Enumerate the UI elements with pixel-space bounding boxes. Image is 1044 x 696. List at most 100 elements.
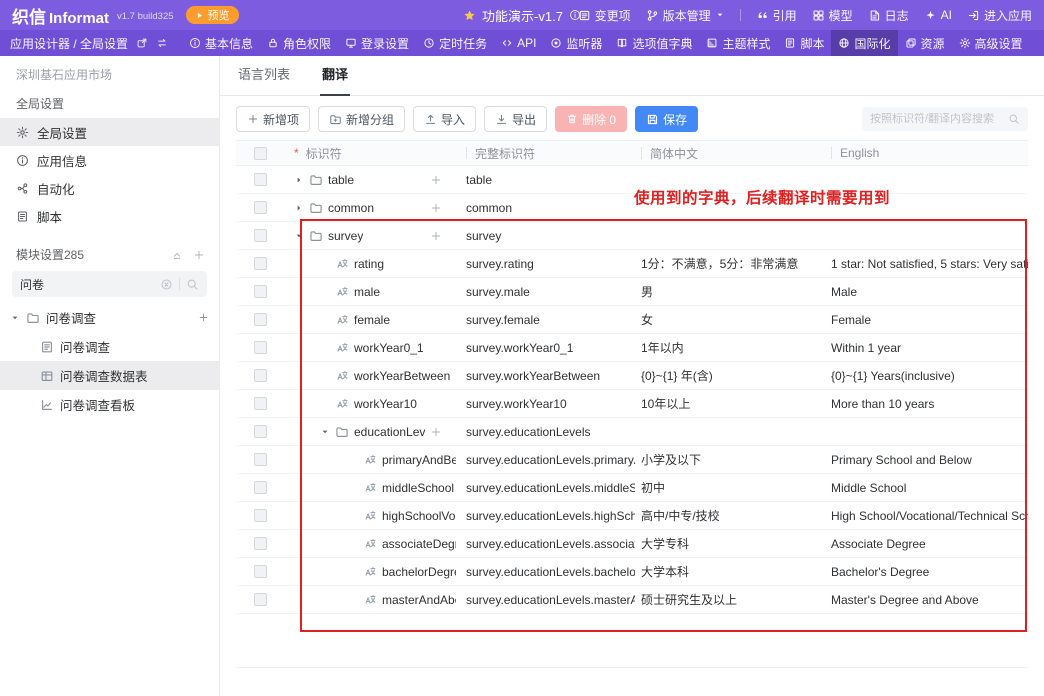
expand-toggle-icon[interactable] [320, 427, 330, 437]
en-translation-cell[interactable]: Within 1 year [825, 334, 1028, 361]
search-icon[interactable] [1008, 113, 1020, 125]
en-translation-cell[interactable]: 1 star: Not satisfied, 5 stars: Very sat… [825, 250, 1028, 277]
zh-translation-cell[interactable]: 高中/中专/技校 [635, 502, 825, 529]
expand-toggle-icon[interactable] [294, 231, 304, 241]
expand-toggle-icon[interactable] [294, 203, 304, 213]
import-button[interactable]: 导入 [413, 106, 476, 132]
menu-basic-info[interactable]: 基本信息 [182, 30, 260, 56]
tree-item-survey-app[interactable]: 问卷调查 [0, 303, 219, 332]
add-child-button[interactable] [430, 174, 442, 186]
add-item-button[interactable]: 新增项 [236, 106, 310, 132]
zh-translation-cell[interactable]: {0}~{1} 年(含) [635, 362, 825, 389]
menu-scheduled-tasks[interactable]: 定时任务 [416, 30, 494, 56]
changes-button[interactable]: 变更项 [578, 7, 631, 24]
row-checkbox[interactable] [254, 313, 267, 326]
menu-option-dict[interactable]: 选项值字典 [609, 30, 699, 56]
menu-advanced[interactable]: 高级设置 [952, 30, 1030, 56]
en-translation-cell[interactable]: More than 10 years [825, 390, 1028, 417]
sidebar-item-automation[interactable]: 自动化 [0, 174, 219, 202]
zh-translation-cell[interactable]: 硕士研究生及以上 [635, 586, 825, 613]
en-translation-cell[interactable]: Associate Degree [825, 530, 1028, 557]
enter-app-button[interactable]: 进入应用 [967, 7, 1032, 24]
zh-translation-cell[interactable]: 1分：不满意，5分：非常满意 [635, 250, 825, 277]
row-checkbox[interactable] [254, 537, 267, 550]
expand-toggle-icon[interactable] [294, 175, 304, 185]
en-translation-cell[interactable]: Female [825, 306, 1028, 333]
swap-icon[interactable] [156, 37, 168, 49]
tree-expand-toggle[interactable] [10, 313, 20, 323]
select-all-checkbox[interactable] [254, 147, 267, 160]
add-module-icon[interactable] [193, 249, 205, 261]
row-checkbox[interactable] [254, 593, 267, 606]
row-checkbox[interactable] [254, 369, 267, 382]
row-checkbox[interactable] [254, 229, 267, 242]
add-module-item-button[interactable] [198, 312, 209, 323]
row-checkbox[interactable] [254, 565, 267, 578]
zh-translation-cell[interactable]: 大学专科 [635, 530, 825, 557]
en-translation-cell[interactable] [825, 418, 1028, 445]
zh-translation-cell[interactable]: 男 [635, 278, 825, 305]
zh-translation-cell[interactable]: 1年以内 [635, 334, 825, 361]
tree-item-survey-data-table[interactable]: 问卷调查数据表 [0, 361, 219, 390]
menu-i18n[interactable]: 国际化 [831, 30, 897, 56]
row-checkbox[interactable] [254, 509, 267, 522]
zh-translation-cell[interactable]: 10年以上 [635, 390, 825, 417]
delete-button[interactable]: 删除 0 [555, 106, 627, 132]
zh-translation-cell[interactable]: 小学及以下 [635, 446, 825, 473]
menu-login-settings[interactable]: 登录设置 [338, 30, 416, 56]
menu-role-permission[interactable]: 角色权限 [260, 30, 338, 56]
sidebar-item-script[interactable]: 脚本 [0, 202, 219, 230]
row-checkbox[interactable] [254, 481, 267, 494]
version-manage-button[interactable]: 版本管理 [646, 7, 725, 24]
menu-resources[interactable]: 资源 [898, 30, 952, 56]
zh-translation-cell[interactable] [635, 418, 825, 445]
collapse-all-icon[interactable] [171, 249, 183, 261]
menu-api[interactable]: API [494, 30, 543, 56]
row-checkbox[interactable] [254, 453, 267, 466]
tab-language-list[interactable]: 语言列表 [236, 64, 292, 96]
add-group-button[interactable]: 新增分组 [318, 106, 405, 132]
en-translation-cell[interactable]: Primary School and Below [825, 446, 1028, 473]
zh-translation-cell[interactable]: 初中 [635, 474, 825, 501]
tree-item-survey-dashboard[interactable]: 问卷调查看板 [0, 390, 219, 419]
pop-out-icon[interactable] [136, 37, 148, 49]
ai-button[interactable]: AI [924, 8, 952, 22]
en-translation-cell[interactable]: High School/Vocational/Technical School [825, 502, 1028, 529]
en-translation-cell[interactable]: Bachelor's Degree [825, 558, 1028, 585]
reference-button[interactable]: 引用 [756, 7, 797, 24]
log-button[interactable]: 日志 [868, 7, 909, 24]
module-search-input[interactable] [20, 277, 154, 291]
zh-translation-cell[interactable]: 女 [635, 306, 825, 333]
clear-icon[interactable] [160, 278, 173, 291]
row-checkbox[interactable] [254, 201, 267, 214]
en-translation-cell[interactable] [825, 222, 1028, 249]
row-checkbox[interactable] [254, 173, 267, 186]
tab-translation[interactable]: 翻译 [320, 64, 350, 96]
preview-button[interactable]: 预览 [186, 6, 239, 24]
star-icon[interactable] [463, 9, 476, 22]
menu-script[interactable]: 脚本 [777, 30, 831, 56]
row-checkbox[interactable] [254, 425, 267, 438]
export-button[interactable]: 导出 [484, 106, 547, 132]
row-checkbox[interactable] [254, 285, 267, 298]
row-checkbox[interactable] [254, 341, 267, 354]
search-icon[interactable] [186, 278, 199, 291]
sidebar-item-app-info[interactable]: 应用信息 [0, 146, 219, 174]
en-translation-cell[interactable]: Middle School [825, 474, 1028, 501]
add-child-button[interactable] [430, 426, 442, 438]
sidebar-item-global-settings[interactable]: 全局设置 [0, 118, 219, 146]
row-checkbox[interactable] [254, 397, 267, 410]
menu-listener[interactable]: 监听器 [543, 30, 609, 56]
en-translation-cell[interactable]: {0}~{1} Years(inclusive) [825, 362, 1028, 389]
add-child-button[interactable] [430, 202, 442, 214]
save-button[interactable]: 保存 [635, 106, 698, 132]
menu-theme-style[interactable]: 主题样式 [699, 30, 777, 56]
zh-translation-cell[interactable] [635, 222, 825, 249]
table-search-input[interactable] [870, 113, 1004, 125]
tree-item-survey-form[interactable]: 问卷调查 [0, 332, 219, 361]
row-checkbox[interactable] [254, 257, 267, 270]
add-child-button[interactable] [430, 230, 442, 242]
en-translation-cell[interactable]: Male [825, 278, 1028, 305]
zh-translation-cell[interactable]: 大学本科 [635, 558, 825, 585]
en-translation-cell[interactable]: Master's Degree and Above [825, 586, 1028, 613]
